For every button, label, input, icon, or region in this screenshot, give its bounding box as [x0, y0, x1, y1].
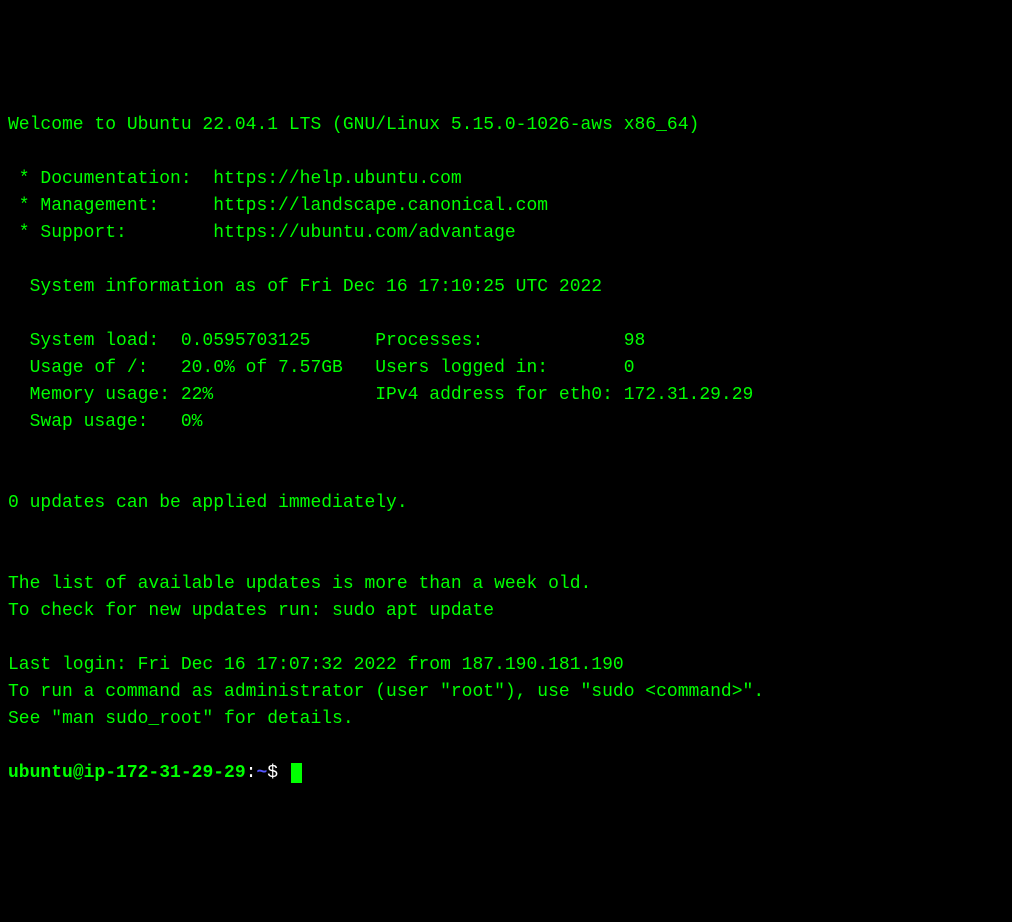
prompt-at: @ [73, 763, 84, 783]
updates-stale-1: The list of available updates is more th… [8, 571, 1004, 598]
updates-line: 0 updates can be applied immediately. [8, 490, 1004, 517]
prompt-dollar: $ [267, 763, 289, 783]
prompt-user: ubuntu [8, 763, 73, 783]
prompt-line[interactable]: ubuntu@ip-172-31-29-29:~$ [8, 760, 1004, 787]
blank-line [8, 301, 1004, 328]
sudo-hint-2: See "man sudo_root" for details. [8, 706, 1004, 733]
prompt-path: ~ [256, 763, 267, 783]
management-line: * Management: https://landscape.canonica… [8, 193, 1004, 220]
prompt-colon: : [246, 763, 257, 783]
blank-line [8, 544, 1004, 571]
welcome-line: Welcome to Ubuntu 22.04.1 LTS (GNU/Linux… [8, 112, 1004, 139]
documentation-line: * Documentation: https://help.ubuntu.com [8, 166, 1004, 193]
blank-line [8, 517, 1004, 544]
sysinfo-row-1: System load: 0.0595703125 Processes: 98 [8, 328, 1004, 355]
blank-line [8, 139, 1004, 166]
cursor-icon[interactable] [291, 763, 302, 783]
blank-line [8, 247, 1004, 274]
blank-line [8, 436, 1004, 463]
prompt-host: ip-172-31-29-29 [84, 763, 246, 783]
blank-line [8, 463, 1004, 490]
blank-line [8, 625, 1004, 652]
terminal-output[interactable]: Welcome to Ubuntu 22.04.1 LTS (GNU/Linux… [8, 112, 1004, 787]
last-login-line: Last login: Fri Dec 16 17:07:32 2022 fro… [8, 652, 1004, 679]
support-line: * Support: https://ubuntu.com/advantage [8, 220, 1004, 247]
sysinfo-row-2: Usage of /: 20.0% of 7.57GB Users logged… [8, 355, 1004, 382]
sysinfo-row-3: Memory usage: 22% IPv4 address for eth0:… [8, 382, 1004, 409]
sysinfo-row-4: Swap usage: 0% [8, 409, 1004, 436]
blank-line [8, 733, 1004, 760]
sysinfo-header: System information as of Fri Dec 16 17:1… [8, 274, 1004, 301]
updates-stale-2: To check for new updates run: sudo apt u… [8, 598, 1004, 625]
